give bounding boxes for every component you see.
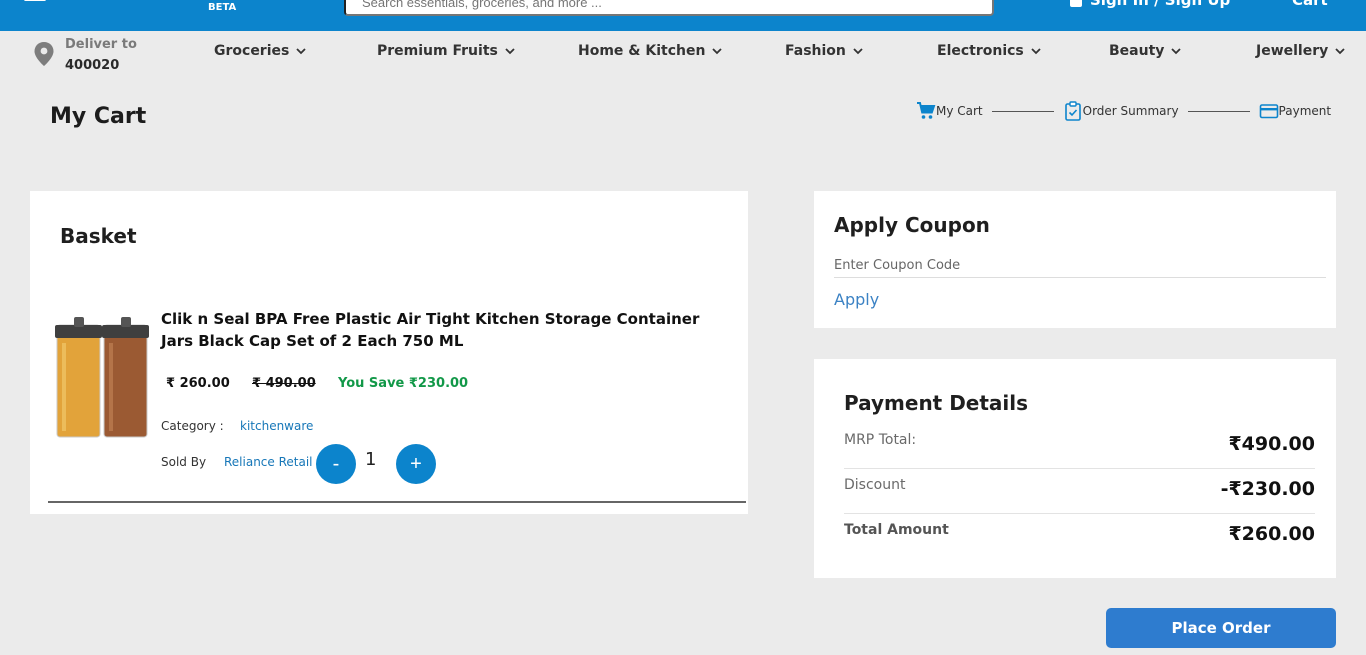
chevron-down-icon xyxy=(296,47,306,54)
deliver-pincode: 400020 xyxy=(65,58,120,73)
product-image[interactable] xyxy=(54,295,150,441)
total-amount-label: Total Amount xyxy=(844,522,949,538)
seller-label: Sold By xyxy=(161,455,207,469)
nav-item-label: Home & Kitchen xyxy=(578,43,706,59)
nav-item-jewellery[interactable]: Jewellery xyxy=(1256,43,1345,59)
step-label: My Cart xyxy=(936,104,983,118)
seller-row: Sold By Reliance Retail xyxy=(161,455,313,469)
nav-item-groceries[interactable]: Groceries xyxy=(214,43,306,59)
step-label: Payment xyxy=(1278,104,1332,118)
total-amount-value: ₹260.00 xyxy=(1228,523,1315,545)
nav-item-electronics[interactable]: Electronics xyxy=(937,43,1041,59)
nav-item-home-kitchen[interactable]: Home & Kitchen xyxy=(578,43,723,59)
payment-details-card: Payment Details MRP Total: ₹490.00 Disco… xyxy=(814,359,1336,578)
quantity-value: 1 xyxy=(365,449,377,470)
nav-item-label: Jewellery xyxy=(1256,43,1329,59)
nav-item-beauty[interactable]: Beauty xyxy=(1109,43,1182,59)
top-header: BETA Sign In / Sign Up Cart xyxy=(0,0,1366,31)
chevron-down-icon xyxy=(853,47,863,54)
checkout-stepper: My Cart Order Summary Payment xyxy=(916,101,1331,121)
category-label: Category : xyxy=(161,419,224,433)
location-pin-icon xyxy=(34,42,54,66)
step-my-cart: My Cart xyxy=(916,101,983,121)
nav-item-label: Premium Fruits xyxy=(377,43,498,59)
nav-item-label: Beauty xyxy=(1109,43,1165,59)
coupon-card: Apply Coupon Apply xyxy=(814,191,1336,328)
mrp-total-value: ₹490.00 xyxy=(1228,433,1315,455)
step-payment: Payment xyxy=(1259,101,1332,121)
increase-quantity-button[interactable]: + xyxy=(396,444,436,484)
step-connector xyxy=(991,110,1054,112)
mrp-total-label: MRP Total: xyxy=(844,432,917,448)
credit-card-icon xyxy=(1259,104,1278,119)
category-link[interactable]: kitchenware xyxy=(240,419,313,433)
discount-value: -₹230.00 xyxy=(1220,478,1315,500)
step-label: Order Summary xyxy=(1082,104,1179,118)
chevron-down-icon xyxy=(1031,47,1041,54)
mrp-total-row: MRP Total: ₹490.00 xyxy=(844,424,1315,469)
basket-card: Basket Clik n Seal BPA Free Plastic Air … xyxy=(30,191,748,514)
deliver-to-label: Deliver to xyxy=(65,37,137,52)
chevron-down-icon xyxy=(505,47,515,54)
step-connector xyxy=(1187,110,1250,112)
signin-link[interactable]: Sign In / Sign Up xyxy=(1070,0,1230,9)
discount-row: Discount -₹230.00 xyxy=(844,469,1315,514)
category-row: Category : kitchenware xyxy=(161,419,313,433)
product-price: ₹ 260.00 xyxy=(166,376,230,391)
clipboard-check-icon xyxy=(1064,101,1081,121)
category-nav: Deliver to 400020 Groceries Premium Frui… xyxy=(0,31,1366,77)
search-input[interactable] xyxy=(344,0,994,16)
total-amount-row: Total Amount ₹260.00 xyxy=(844,514,1315,559)
place-order-button[interactable]: Place Order xyxy=(1106,608,1336,648)
user-icon xyxy=(1070,0,1082,7)
nav-item-label: Electronics xyxy=(937,43,1024,59)
discount-label: Discount xyxy=(844,477,906,493)
nav-item-label: Fashion xyxy=(785,43,846,59)
nav-item-label: Groceries xyxy=(214,43,290,59)
payment-details-title: Payment Details xyxy=(844,391,1029,415)
apply-coupon-button[interactable]: Apply xyxy=(834,290,879,309)
decrease-quantity-button[interactable]: - xyxy=(316,444,356,484)
coupon-title: Apply Coupon xyxy=(834,213,990,237)
beta-badge: BETA xyxy=(208,2,237,13)
chevron-down-icon xyxy=(712,47,723,54)
header-cart-label: Cart xyxy=(1292,0,1328,9)
page-title: My Cart xyxy=(50,104,147,129)
product-name[interactable]: Clik n Seal BPA Free Plastic Air Tight K… xyxy=(161,308,721,352)
chevron-down-icon xyxy=(1335,47,1345,54)
divider xyxy=(48,501,746,503)
basket-title: Basket xyxy=(60,224,137,248)
nav-item-premium-fruits[interactable]: Premium Fruits xyxy=(377,43,515,59)
step-order-summary: Order Summary xyxy=(1063,101,1179,121)
menu-icon[interactable] xyxy=(24,0,46,4)
signin-label: Sign In / Sign Up xyxy=(1090,0,1231,9)
seller-link[interactable]: Reliance Retail xyxy=(224,455,313,469)
nav-item-fashion[interactable]: Fashion xyxy=(785,43,863,59)
product-savings: You Save ₹230.00 xyxy=(338,376,469,391)
coupon-code-input[interactable] xyxy=(834,253,1326,278)
delivery-location[interactable]: Deliver to 400020 xyxy=(34,34,137,76)
chevron-down-icon xyxy=(1171,47,1182,54)
product-mrp: ₹ 490.00 xyxy=(252,376,316,391)
cart-icon xyxy=(917,102,936,119)
price-row: ₹ 260.00 ₹ 490.00 You Save ₹230.00 xyxy=(166,376,468,391)
header-cart-link[interactable]: Cart xyxy=(1292,0,1328,9)
